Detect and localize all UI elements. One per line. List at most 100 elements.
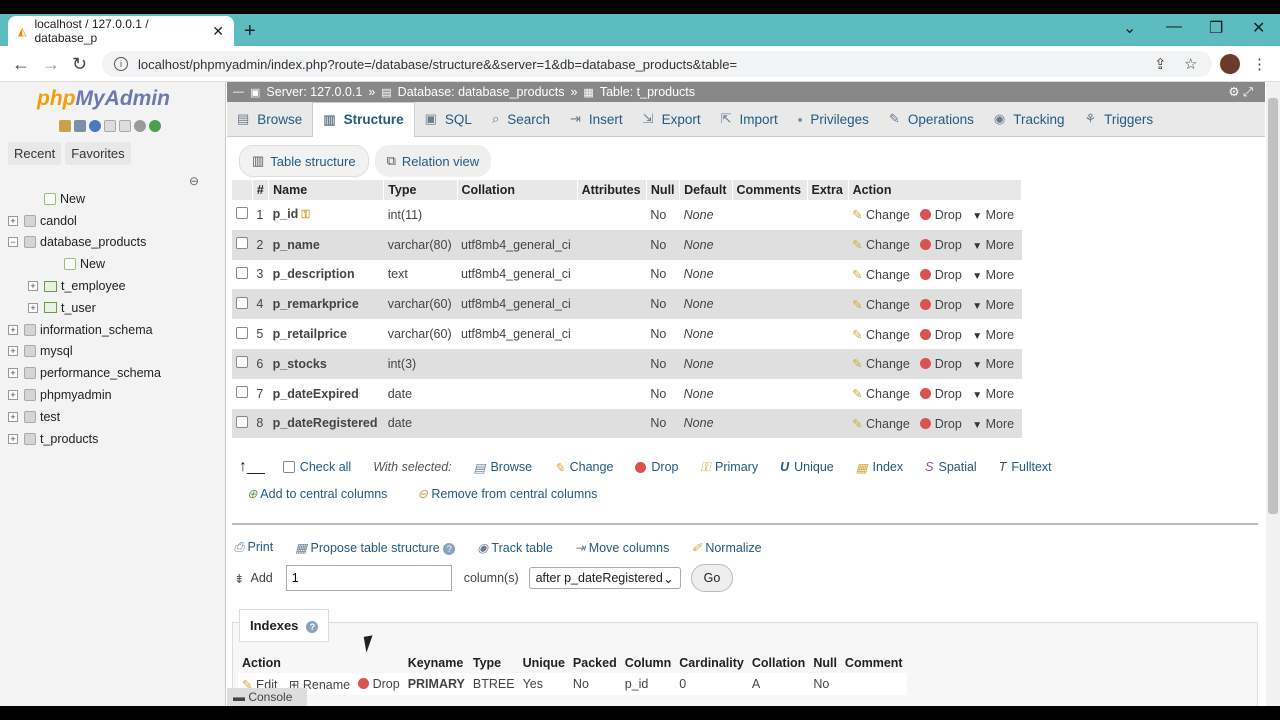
tab-tracking[interactable]: ◉ Tracking xyxy=(984,102,1075,137)
column-header[interactable]: Action xyxy=(848,180,1023,200)
row-select[interactable] xyxy=(232,200,253,230)
more-dropdown[interactable]: ▼ More xyxy=(972,417,1014,431)
crumb-database[interactable]: Database: database_products xyxy=(398,85,565,99)
bulk-unique-button[interactable]: U Unique xyxy=(780,460,834,474)
bulk-drop-button[interactable]: Drop xyxy=(635,460,679,474)
more-dropdown[interactable]: ▼ More xyxy=(972,298,1014,312)
sql-docs-icon[interactable] xyxy=(119,120,131,132)
browser-tab[interactable]: ◭ localhost / 127.0.0.1 / database_p ✕ xyxy=(8,16,234,46)
drop-link[interactable]: Drop xyxy=(920,268,962,282)
tree-label[interactable]: t_employee xyxy=(61,279,126,293)
column-header[interactable]: # xyxy=(252,180,270,200)
minimize-button[interactable]: — xyxy=(1166,18,1182,36)
collapse-icon[interactable]: − xyxy=(8,237,18,248)
page-scrollbar[interactable] xyxy=(1266,82,1280,706)
help-icon[interactable]: ? xyxy=(443,543,456,555)
row-select[interactable] xyxy=(232,259,253,290)
expand-icon[interactable]: + xyxy=(28,302,38,313)
drop-link[interactable]: Drop xyxy=(920,387,962,401)
row-checkbox[interactable] xyxy=(236,237,248,250)
more-dropdown[interactable]: ▼ More xyxy=(972,357,1014,371)
tree-label[interactable]: information_schema xyxy=(40,323,153,337)
column-header[interactable]: Extra xyxy=(807,180,849,200)
relation-view-tab[interactable]: ⧉ Relation view xyxy=(374,145,492,177)
tab-search[interactable]: ⌕ Search xyxy=(482,102,560,137)
settings-gear-icon[interactable] xyxy=(134,120,146,132)
tab-structure[interactable]: ▥ Structure xyxy=(312,101,415,137)
tree-item[interactable]: New xyxy=(8,188,224,210)
column-header[interactable]: Type xyxy=(383,180,458,200)
tree-label[interactable]: New xyxy=(60,192,85,206)
change-link[interactable]: ✎ Change xyxy=(852,328,910,342)
close-tab-icon[interactable]: ✕ xyxy=(212,23,224,40)
tree-item[interactable]: + performance_schema xyxy=(8,362,224,384)
change-link[interactable]: ✎ Change xyxy=(852,208,910,222)
row-checkbox[interactable] xyxy=(236,266,248,279)
docs-icon[interactable] xyxy=(104,120,116,132)
profile-avatar[interactable] xyxy=(1220,54,1240,74)
site-info-icon[interactable]: i xyxy=(114,57,128,71)
expand-icon[interactable]: + xyxy=(8,324,18,335)
column-header[interactable]: Comments xyxy=(732,180,808,200)
tree-item[interactable]: + test xyxy=(8,406,224,428)
browser-menu-icon[interactable]: ⋮ xyxy=(1252,55,1267,73)
tree-label[interactable]: New xyxy=(80,257,105,271)
tree-branch[interactable] xyxy=(48,259,58,269)
row-checkbox[interactable] xyxy=(236,326,248,339)
scrollbar-thumb[interactable] xyxy=(1268,98,1278,514)
row-select[interactable] xyxy=(232,229,253,260)
tab-browse[interactable]: ▤ Browse xyxy=(227,102,312,137)
column-count-input[interactable] xyxy=(285,565,452,591)
table-structure-tab[interactable]: ▥ Table structure xyxy=(239,145,369,177)
drop-link[interactable]: Drop xyxy=(920,238,962,252)
tab-import[interactable]: ⇱ Import xyxy=(711,102,788,137)
drop-link[interactable]: Drop xyxy=(920,328,962,342)
bulk-primary-button[interactable]: ⚿ Primary xyxy=(701,460,759,475)
forward-icon[interactable]: → xyxy=(42,54,60,75)
tab-sql[interactable]: ▣ SQL xyxy=(415,102,482,137)
help-icon[interactable] xyxy=(89,120,101,132)
column-name[interactable]: p_dateExpired xyxy=(268,378,384,409)
column-name[interactable]: p_remarkprice xyxy=(268,289,384,320)
row-checkbox[interactable] xyxy=(236,207,248,220)
check-all[interactable]: Check all xyxy=(282,460,351,474)
remove-central-columns-link[interactable]: ⊖ Remove from central columns xyxy=(417,486,597,501)
tab-operations[interactable]: ✎ Operations xyxy=(879,102,984,137)
reload-nav-icon[interactable] xyxy=(149,120,161,132)
column-name[interactable]: p_stocks xyxy=(268,348,384,379)
close-window-button[interactable]: ✕ xyxy=(1252,18,1265,38)
tree-item[interactable]: + t_employee xyxy=(8,275,224,297)
bulk-spatial-button[interactable]: S Spatial xyxy=(925,460,977,474)
row-select[interactable] xyxy=(232,289,253,320)
help-icon[interactable]: ? xyxy=(306,621,319,633)
bulk-index-button[interactable]: ▦ Index xyxy=(856,460,903,475)
more-dropdown[interactable]: ▼ More xyxy=(972,268,1014,282)
row-checkbox[interactable] xyxy=(236,296,248,309)
drop-index-link[interactable]: Drop xyxy=(354,673,404,695)
tree-item[interactable]: + mysql xyxy=(8,341,224,363)
tree-label[interactable]: candol xyxy=(40,214,77,228)
column-name[interactable]: p_id ⚿ xyxy=(268,200,384,230)
more-dropdown[interactable]: ▼ More xyxy=(972,387,1014,401)
back-icon[interactable]: ← xyxy=(12,54,30,75)
row-select[interactable] xyxy=(232,348,253,379)
expand-icon[interactable]: + xyxy=(8,368,18,379)
tree-item[interactable]: + phpmyadmin xyxy=(8,384,224,406)
change-link[interactable]: ✎ Change xyxy=(852,387,910,401)
maximize-button[interactable]: ❐ xyxy=(1209,18,1223,38)
tab-privileges[interactable]: ▪ Privileges xyxy=(788,102,879,137)
change-link[interactable]: ✎ Change xyxy=(852,417,910,431)
row-select[interactable] xyxy=(232,378,253,409)
tab-insert[interactable]: ⇥ Insert xyxy=(560,102,633,137)
tree-label[interactable]: mysql xyxy=(40,344,73,358)
column-name[interactable]: p_description xyxy=(268,259,384,290)
expand-icon[interactable]: + xyxy=(8,433,18,444)
go-button[interactable]: Go xyxy=(690,564,734,592)
tree-label[interactable]: t_products xyxy=(40,432,98,446)
tree-label[interactable]: t_user xyxy=(61,301,96,315)
tree-item[interactable]: − database_products xyxy=(8,232,224,254)
expand-icon[interactable]: + xyxy=(8,411,18,422)
tree-label[interactable]: phpmyadmin xyxy=(40,388,112,402)
collapse-icon[interactable]: — xyxy=(233,86,244,98)
row-checkbox[interactable] xyxy=(236,415,248,428)
